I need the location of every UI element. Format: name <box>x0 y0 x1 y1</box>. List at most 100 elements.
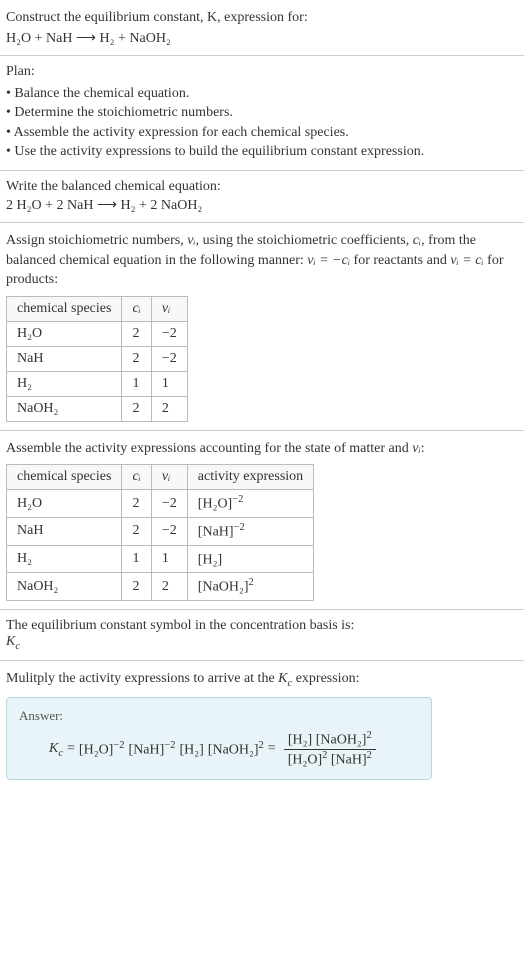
cell-nui: 2 <box>151 396 187 421</box>
plan-item: Assemble the activity expression for eac… <box>6 123 518 143</box>
term3: [H₂] <box>179 740 203 759</box>
cell-activity: [H₂O]−2 <box>187 490 313 518</box>
cell-ci: 1 <box>122 545 151 573</box>
answer-section: Mulitply the activity expressions to arr… <box>0 661 524 788</box>
activity-table: chemical species cᵢ νᵢ activity expressi… <box>6 464 314 601</box>
cell-ci: 2 <box>122 396 151 421</box>
activity-section: Assemble the activity expressions accoun… <box>0 431 524 610</box>
cell-ci: 2 <box>122 518 151 546</box>
kc-expression: Kc = [H₂O]−2 [NaH]−2 [H₂] [NaOH₂]2 = [H₂… <box>19 730 419 768</box>
table-header-row: chemical species cᵢ νᵢ activity expressi… <box>7 465 314 490</box>
activity-intro-a: Assemble the activity expressions accoun… <box>6 441 412 456</box>
cell-ci: 2 <box>122 490 151 518</box>
plan-section: Plan: Balance the chemical equation. Det… <box>0 56 524 171</box>
col-ci: cᵢ <box>122 465 151 490</box>
table-header-row: chemical species cᵢ νᵢ <box>7 296 188 321</box>
stoich-rel2: νᵢ = cᵢ <box>450 253 483 268</box>
activity-intro: Assemble the activity expressions accoun… <box>6 439 518 459</box>
plan-item: Use the activity expressions to build th… <box>6 142 518 162</box>
table-row: NaOH₂ 2 2 [NaOH₂]2 <box>7 573 314 601</box>
balanced-section: Write the balanced chemical equation: 2 … <box>0 171 524 223</box>
multiply-intro-a: Mulitply the activity expressions to arr… <box>6 671 278 686</box>
stoich-rel1: νᵢ = −cᵢ <box>307 253 350 268</box>
fraction: [H₂] [NaOH₂]2 [H₂O]2 [NaH]2 <box>284 730 376 768</box>
symbol-kc: Kc <box>6 634 518 652</box>
cell-activity: [H₂] <box>187 545 313 573</box>
stoich-intro-b: , using the stoichiometric coefficients, <box>196 233 413 248</box>
equals: = <box>67 741 75 757</box>
act-base: [H₂] <box>198 552 222 567</box>
table-row: H₂O 2 −2 [H₂O]−2 <box>7 490 314 518</box>
cell-species: H₂ <box>7 545 122 573</box>
term4: [NaOH₂]2 <box>208 740 264 759</box>
cell-species: H₂O <box>7 321 122 346</box>
cell-ci: 2 <box>122 573 151 601</box>
multiply-intro-b: expression: <box>292 671 359 686</box>
intro-equation: H₂O + NaH ⟶ H₂ + NaOH₂ <box>6 30 518 47</box>
table-row: NaH 2 −2 <box>7 346 188 371</box>
cell-nui: −2 <box>151 490 187 518</box>
act-base: [H₂O] <box>198 497 232 512</box>
symbol-line1: The equilibrium constant symbol in the c… <box>6 618 518 634</box>
stoich-section: Assign stoichiometric numbers, νᵢ, using… <box>0 223 524 431</box>
act-base: [NaOH₂] <box>198 580 249 595</box>
cell-ci: 2 <box>122 346 151 371</box>
nu-i: νᵢ <box>187 233 195 248</box>
cell-species: NaH <box>7 518 122 546</box>
act-exp: 2 <box>249 577 254 588</box>
answer-label: Answer: <box>19 708 419 724</box>
plan-title: Plan: <box>6 64 518 80</box>
table-row: NaH 2 −2 [NaH]−2 <box>7 518 314 546</box>
kc-lhs: Kc <box>49 741 63 759</box>
intro-section: Construct the equilibrium constant, K, e… <box>0 0 524 56</box>
plan-item: Determine the stoichiometric numbers. <box>6 103 518 123</box>
intro-prompt: Construct the equilibrium constant, K, e… <box>6 8 518 28</box>
balanced-equation: 2 H₂O + 2 NaH ⟶ H₂ + 2 NaOH₂ <box>6 197 518 214</box>
col-activity: activity expression <box>187 465 313 490</box>
cell-species: NaH <box>7 346 122 371</box>
table-row: NaOH₂ 2 2 <box>7 396 188 421</box>
cell-species: NaOH₂ <box>7 396 122 421</box>
c-i: cᵢ <box>413 233 421 248</box>
act-base: [NaH] <box>198 525 234 540</box>
nu-i: νᵢ <box>412 441 420 456</box>
table-row: H₂ 1 1 <box>7 371 188 396</box>
cell-ci: 2 <box>122 321 151 346</box>
col-nui: νᵢ <box>151 296 187 321</box>
stoich-table: chemical species cᵢ νᵢ H₂O 2 −2 NaH 2 −2… <box>6 296 188 422</box>
act-exp: −2 <box>234 522 245 533</box>
act-exp: −2 <box>232 494 243 505</box>
plan-item: Balance the chemical equation. <box>6 84 518 104</box>
cell-ci: 1 <box>122 371 151 396</box>
plan-list: Balance the chemical equation. Determine… <box>6 84 518 162</box>
stoich-intro-d: for reactants and <box>350 253 450 268</box>
term2: [NaH]−2 <box>129 740 176 759</box>
table-row: H₂ 1 1 [H₂] <box>7 545 314 573</box>
multiply-intro: Mulitply the activity expressions to arr… <box>6 669 518 691</box>
kc-sub: c <box>15 641 20 652</box>
cell-nui: 2 <box>151 573 187 601</box>
cell-nui: 1 <box>151 371 187 396</box>
cell-nui: −2 <box>151 346 187 371</box>
term1: [H₂O]−2 <box>79 740 125 759</box>
fraction-denominator: [H₂O]2 [NaH]2 <box>284 750 376 769</box>
cell-nui: 1 <box>151 545 187 573</box>
table-row: H₂O 2 −2 <box>7 321 188 346</box>
col-species: chemical species <box>7 465 122 490</box>
col-nui: νᵢ <box>151 465 187 490</box>
cell-species: NaOH₂ <box>7 573 122 601</box>
cell-activity: [NaOH₂]2 <box>187 573 313 601</box>
cell-activity: [NaH]−2 <box>187 518 313 546</box>
symbol-section: The equilibrium constant symbol in the c… <box>0 610 524 661</box>
cell-nui: −2 <box>151 321 187 346</box>
kc-inline: Kc <box>278 671 292 686</box>
col-species: chemical species <box>7 296 122 321</box>
kc-base: K <box>6 634 15 649</box>
balanced-title: Write the balanced chemical equation: <box>6 179 518 195</box>
fraction-numerator: [H₂] [NaOH₂]2 <box>284 730 376 750</box>
equals2: = <box>268 741 276 757</box>
col-ci: cᵢ <box>122 296 151 321</box>
cell-species: H₂O <box>7 490 122 518</box>
activity-intro-b: : <box>421 441 425 456</box>
answer-box: Answer: Kc = [H₂O]−2 [NaH]−2 [H₂] [NaOH₂… <box>6 697 432 779</box>
